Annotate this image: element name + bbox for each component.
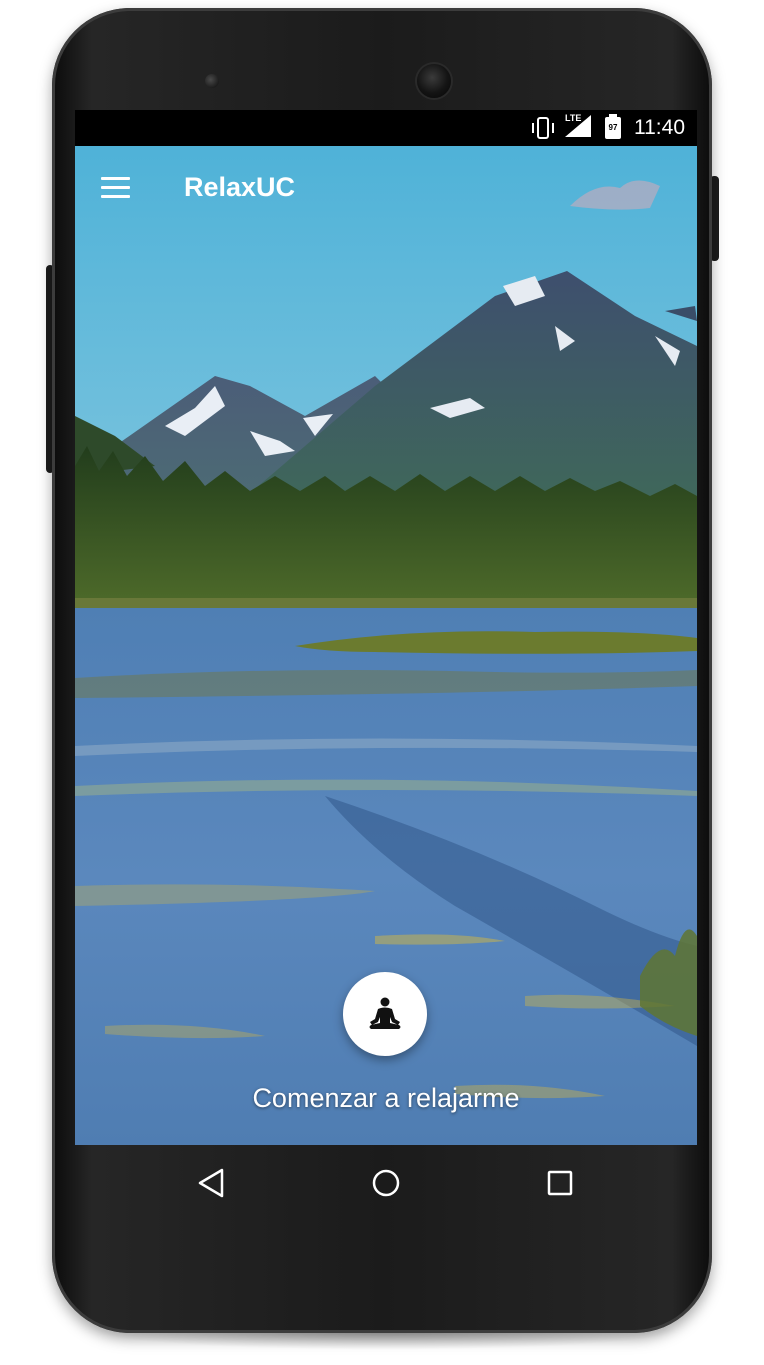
lte-signal-icon: LTE [563,113,593,139]
battery-icon: 97 [605,114,621,140]
hamburger-menu-icon[interactable] [93,168,137,208]
start-relax-button[interactable] [343,972,427,1056]
front-sensor [205,74,219,88]
system-nav-bar [75,1145,697,1220]
status-bar: LTE 97 11:40 [75,110,697,146]
app-title: RelaxUC [184,172,296,202]
app-bar: RelaxUC [75,146,697,230]
phone-screen: LTE 97 11:40 RelaxUC Comenzar a relajarm… [75,110,697,1145]
battery-level: 97 [608,123,618,132]
front-camera [417,64,451,98]
network-type-label: LTE [565,113,582,123]
recents-square-icon[interactable] [540,1163,580,1203]
status-time: 11:40 [634,116,685,139]
start-relax-label: Comenzar a relajarme [252,1083,520,1113]
back-triangle-icon[interactable] [191,1163,231,1203]
home-circle-icon[interactable] [366,1163,406,1203]
vibrate-icon [532,117,554,139]
meditation-icon [369,997,401,1029]
